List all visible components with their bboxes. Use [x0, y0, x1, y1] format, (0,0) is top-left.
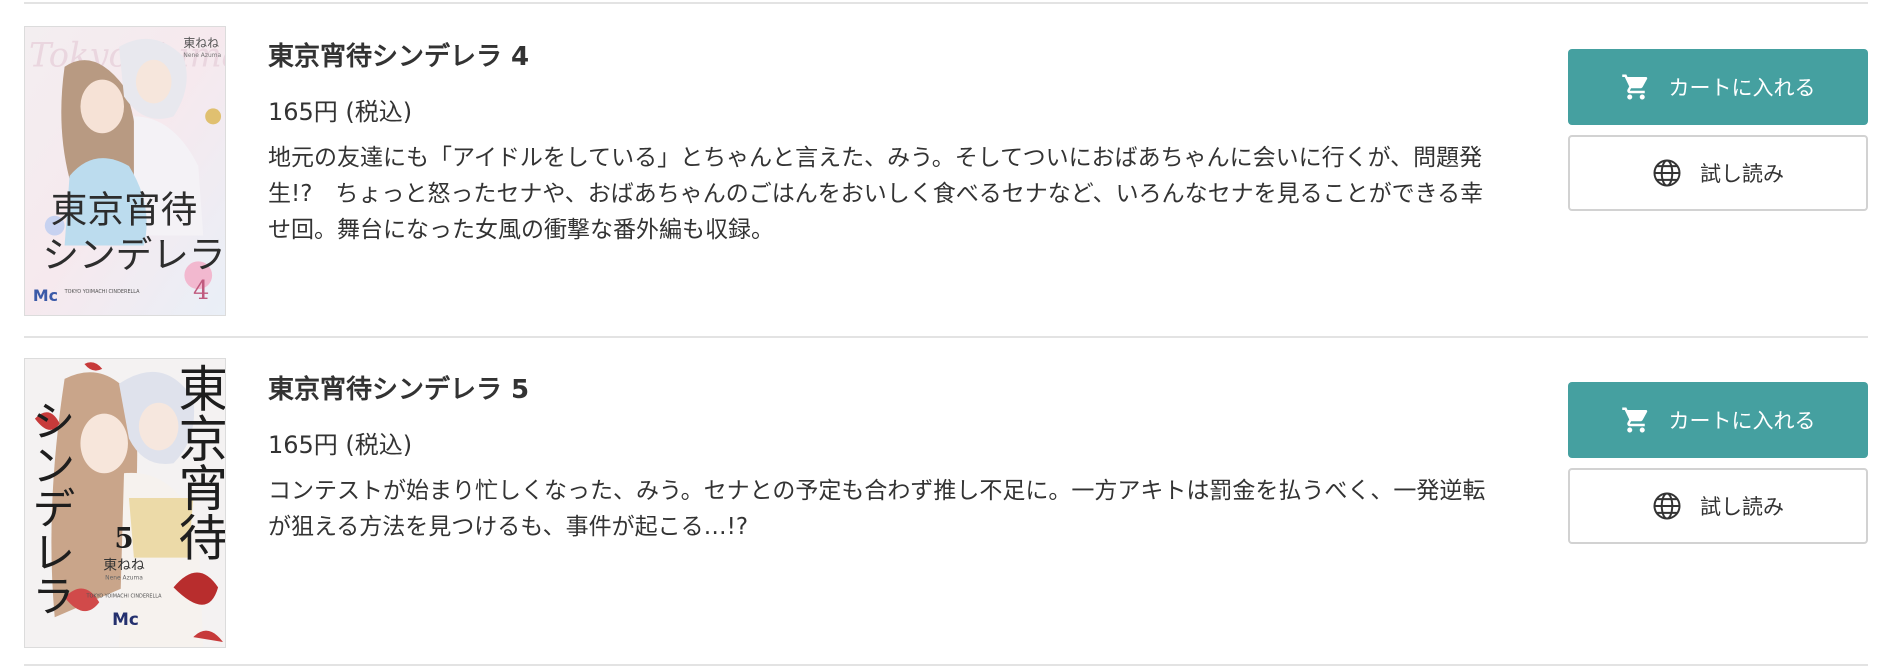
svg-text:Mc: Mc	[33, 286, 58, 305]
list-item: Tokyo Yoimachi 東京宵待 シンデレラ 4 東ねね Nene Azu…	[0, 4, 1894, 334]
svg-text:シンデレラ: シンデレラ	[42, 233, 225, 276]
cart-icon	[1621, 72, 1651, 102]
svg-text:東ねね: 東ねね	[103, 558, 145, 574]
book-title[interactable]: 東京宵待シンデレラ 4	[268, 36, 529, 73]
cart-button-label: カートに入れる	[1668, 76, 1816, 100]
add-to-cart-button[interactable]: カートに入れる	[1568, 382, 1868, 458]
svg-text:シンデレラ: シンデレラ	[25, 399, 74, 617]
book-cover[interactable]: Tokyo Yoimachi 東京宵待 シンデレラ 4 東ねね Nene Azu…	[24, 26, 226, 316]
svg-text:Nene Azuma: Nene Azuma	[183, 52, 221, 59]
book-cover[interactable]: 東京宵待 シンデレラ 5 東ねね Nene Azuma TOKYO YOIMAC…	[24, 358, 226, 648]
trial-read-label: 試し読み	[1700, 162, 1784, 186]
svg-text:東京宵待: 東京宵待	[51, 189, 197, 232]
cover-illustration: 東京宵待 シンデレラ 5 東ねね Nene Azuma TOKYO YOIMAC…	[25, 359, 225, 647]
globe-icon	[1652, 491, 1682, 521]
svg-text:TOKYO YOIMACHI CINDERELLA: TOKYO YOIMACHI CINDERELLA	[86, 593, 163, 599]
book-price: 165円 (税込)	[268, 431, 413, 459]
add-to-cart-button[interactable]: カートに入れる	[1568, 49, 1868, 125]
book-list: Tokyo Yoimachi 東京宵待 シンデレラ 4 東ねね Nene Azu…	[0, 0, 1894, 668]
globe-icon	[1652, 158, 1682, 188]
trial-read-button[interactable]: 試し読み	[1568, 468, 1868, 544]
list-item: 東京宵待 シンデレラ 5 東ねね Nene Azuma TOKYO YOIMAC…	[0, 337, 1894, 667]
cart-button-label: カートに入れる	[1668, 409, 1816, 433]
book-title[interactable]: 東京宵待シンデレラ 5	[268, 369, 529, 406]
cart-icon	[1621, 405, 1651, 435]
trial-read-button[interactable]: 試し読み	[1568, 135, 1868, 211]
trial-read-label: 試し読み	[1700, 495, 1784, 519]
svg-text:TOKYO YOIMACHI CINDERELLA: TOKYO YOIMACHI CINDERELLA	[64, 289, 141, 295]
cover-illustration: Tokyo Yoimachi 東京宵待 シンデレラ 4 東ねね Nene Azu…	[25, 27, 225, 315]
book-description: 地元の友達にも「アイドルをしている」とちゃんと言えた、みう。そしてついにおばあち…	[268, 145, 1484, 243]
svg-text:東京宵待: 東京宵待	[170, 363, 225, 562]
svg-text:東ねね: 東ねね	[183, 36, 219, 50]
svg-text:Nene Azuma: Nene Azuma	[105, 574, 143, 581]
divider	[24, 664, 1868, 666]
book-description: コンテストが始まり忙しくなった、みう。セナとの予定も合わず推し不足に。一方アキト…	[268, 478, 1486, 540]
book-price: 165円 (税込)	[268, 98, 413, 126]
svg-text:4: 4	[193, 276, 209, 306]
svg-text:Mc: Mc	[112, 609, 139, 629]
svg-text:5: 5	[114, 522, 133, 555]
